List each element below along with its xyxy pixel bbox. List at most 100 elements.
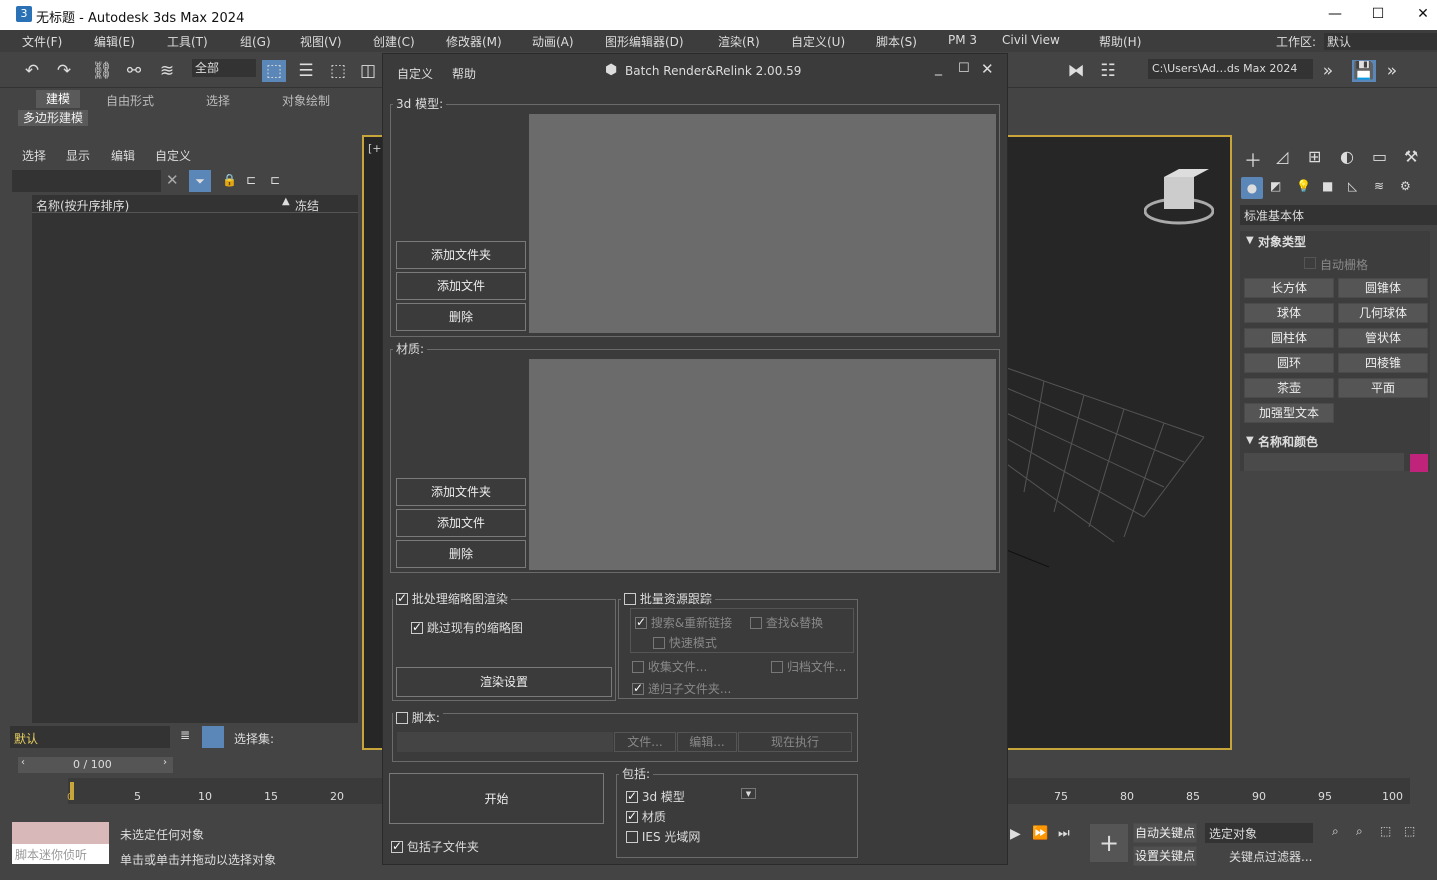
- inc-ies-label[interactable]: IES 光域网: [642, 830, 701, 844]
- model-type-dropdown-icon[interactable]: ▼: [741, 788, 756, 799]
- save-scene-icon[interactable]: 💾: [1352, 60, 1376, 82]
- object-type-title[interactable]: 对象类型: [1258, 233, 1306, 250]
- dialog-minimize-icon[interactable]: _: [935, 60, 942, 76]
- menu-civil-view[interactable]: Civil View: [1002, 33, 1060, 47]
- hierarchy-mode-icon[interactable]: [202, 726, 224, 748]
- unlink-icon[interactable]: ⚯: [122, 60, 146, 82]
- ribbon-tab-object-paint[interactable]: 对象绘制: [282, 92, 330, 109]
- scene-tab-display[interactable]: 显示: [66, 147, 90, 164]
- pyramid-button[interactable]: 四棱锥: [1338, 353, 1428, 373]
- create-tab-icon[interactable]: ＋: [1244, 147, 1262, 173]
- sphere-button[interactable]: 球体: [1244, 303, 1334, 323]
- lights-category-icon[interactable]: 💡: [1296, 179, 1311, 193]
- cylinder-button[interactable]: 圆柱体: [1244, 328, 1334, 348]
- geometry-category-icon[interactable]: ●: [1241, 177, 1263, 199]
- menu-scripting[interactable]: 脚本(S): [876, 33, 917, 50]
- mirror-icon[interactable]: ⧓: [1064, 60, 1088, 82]
- fast-mode-label[interactable]: 快速模式: [669, 636, 717, 650]
- set-key-icon[interactable]: +: [1090, 824, 1128, 862]
- play-icon[interactable]: ▶: [1010, 826, 1021, 842]
- goto-end-icon[interactable]: ⏭: [1058, 826, 1070, 841]
- zoom-extents-icon[interactable]: ⬚: [1380, 824, 1391, 838]
- menu-tools[interactable]: 工具(T): [167, 33, 208, 50]
- key-filters-button[interactable]: 关键点过滤器...: [1229, 848, 1312, 865]
- select-by-name-icon[interactable]: ☰: [294, 60, 318, 82]
- archive-label[interactable]: 归档文件...: [787, 660, 846, 674]
- script-path-input[interactable]: [397, 732, 613, 752]
- inc-mat-label[interactable]: 材质: [642, 810, 666, 824]
- batch-thumb-label[interactable]: 批处理缩略图渲染: [412, 592, 508, 606]
- scene-list[interactable]: [32, 213, 358, 723]
- plane-button[interactable]: 平面: [1338, 378, 1428, 398]
- render-settings-button[interactable]: 渲染设置: [396, 667, 612, 697]
- dialog-close-icon[interactable]: ✕: [981, 60, 994, 78]
- object-color-swatch[interactable]: [1410, 454, 1428, 472]
- menu-animation[interactable]: 动画(A): [532, 33, 574, 50]
- workspace-select[interactable]: 默认: [1324, 33, 1437, 50]
- teapot-button[interactable]: 茶壶: [1244, 378, 1334, 398]
- zoom-extents-all-icon[interactable]: ⬚: [1404, 824, 1415, 838]
- materials-add-folder-button[interactable]: 添加文件夹: [396, 478, 526, 506]
- materials-delete-button[interactable]: 删除: [396, 540, 526, 568]
- cone-button[interactable]: 圆锥体: [1338, 278, 1428, 298]
- inc-mat-checkbox[interactable]: [626, 809, 638, 823]
- name-color-title[interactable]: 名称和颜色: [1258, 433, 1318, 450]
- layer-select[interactable]: 默认: [10, 726, 170, 748]
- filter-icon[interactable]: ⏷: [189, 170, 211, 192]
- materials-add-file-button[interactable]: 添加文件: [396, 509, 526, 537]
- lock-icon[interactable]: 🔒: [222, 173, 237, 187]
- skip-thumb-checkbox[interactable]: [411, 620, 423, 634]
- models-delete-button[interactable]: 删除: [396, 303, 526, 331]
- next-frame-icon[interactable]: ›: [163, 757, 167, 768]
- zoom-icon[interactable]: ⌕: [1332, 824, 1339, 839]
- maxscript-listener-mini[interactable]: [12, 822, 109, 844]
- dialog-menu-customize[interactable]: 自定义: [397, 65, 433, 82]
- models-add-folder-button[interactable]: 添加文件夹: [396, 241, 526, 269]
- dialog-menu-help[interactable]: 帮助: [452, 65, 476, 82]
- search-relink-checkbox[interactable]: [635, 615, 647, 629]
- menu-group[interactable]: 组(G): [240, 33, 271, 50]
- include-sub-label[interactable]: 包括子文件夹: [407, 840, 479, 854]
- recurse-checkbox[interactable]: [632, 681, 644, 695]
- viewcube-icon[interactable]: [1143, 169, 1215, 229]
- utilities-tab-icon[interactable]: ⚒: [1404, 147, 1418, 166]
- helpers-category-icon[interactable]: ◺: [1348, 179, 1357, 193]
- recurse-label[interactable]: 递归子文件夹...: [648, 682, 731, 696]
- script-file-button[interactable]: 文件...: [614, 732, 676, 752]
- archive-checkbox[interactable]: [771, 661, 783, 673]
- link-icon[interactable]: ⛓: [90, 60, 114, 82]
- menu-modifiers[interactable]: 修改器(M): [446, 33, 502, 50]
- models-list[interactable]: [529, 114, 996, 333]
- zoom-all-icon[interactable]: ⌕: [1356, 824, 1363, 839]
- clear-search-icon[interactable]: ✕: [166, 171, 179, 189]
- next-key-icon[interactable]: ⏩: [1032, 826, 1048, 841]
- search-relink-label[interactable]: 搜索&重新链接: [651, 616, 732, 630]
- inc-model-label[interactable]: 3d 模型: [642, 790, 685, 804]
- project-path-select[interactable]: C:\Users\Ad…ds Max 2024: [1148, 59, 1313, 79]
- script-run-button[interactable]: 现在执行: [738, 732, 852, 752]
- hierarchy-tab-icon[interactable]: ⊞: [1308, 147, 1321, 166]
- minimize-icon[interactable]: —: [1325, 4, 1345, 24]
- display-tab-icon[interactable]: ▭: [1372, 147, 1387, 166]
- object-name-input[interactable]: [1244, 453, 1404, 471]
- script-checkbox[interactable]: [396, 712, 408, 724]
- viewport-label[interactable]: [+: [368, 142, 382, 155]
- scene-tab-select[interactable]: 选择: [22, 147, 46, 164]
- spacewarps-category-icon[interactable]: ≋: [1374, 179, 1384, 193]
- box-button[interactable]: 长方体: [1244, 278, 1334, 298]
- find-replace-label[interactable]: 查找&替换: [766, 616, 823, 630]
- undo-icon[interactable]: ↶: [20, 60, 44, 82]
- menu-create[interactable]: 创建(C): [373, 33, 415, 50]
- batch-res-checkbox[interactable]: [624, 593, 636, 605]
- rollout2-collapse-icon[interactable]: ▼: [1246, 435, 1254, 446]
- scene-tab-customize[interactable]: 自定义: [155, 147, 191, 164]
- menu-pm3[interactable]: PM 3: [948, 33, 977, 47]
- scene-tab-edit[interactable]: 编辑: [111, 147, 135, 164]
- prev-frame-icon[interactable]: ‹: [21, 757, 25, 768]
- ribbon-tab-freeform[interactable]: 自由形式: [106, 92, 154, 109]
- layer-hierarchy-icon[interactable]: ⊏: [270, 173, 280, 187]
- hierarchy-icon[interactable]: ⊏: [246, 173, 256, 187]
- select-object-icon[interactable]: ⬚: [262, 60, 286, 82]
- inc-ies-checkbox[interactable]: [626, 831, 638, 843]
- layers-icon[interactable]: ≣: [180, 728, 190, 742]
